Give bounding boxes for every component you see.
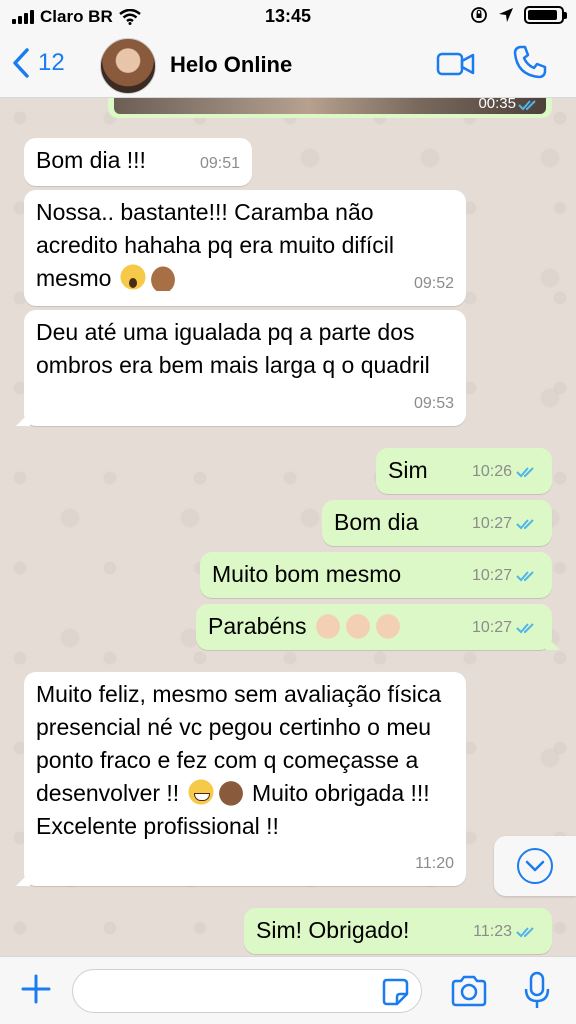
bubble-tail: [16, 412, 30, 426]
location-icon: [499, 8, 513, 22]
message-input[interactable]: [72, 969, 422, 1013]
read-ticks-icon: [516, 518, 534, 529]
message-time: 10:26: [471, 463, 512, 480]
avatar[interactable]: [100, 38, 156, 94]
chat-area[interactable]: 00:35 Bom dia !!! 09:51 Nossa.. bastante…: [0, 98, 576, 956]
message-time: 09:51: [199, 155, 240, 172]
battery-icon: [524, 6, 567, 24]
video-duration: 00:35: [478, 98, 516, 112]
read-ticks-icon: [518, 100, 536, 111]
message-bubble-outgoing[interactable]: Bom dia 10:27: [322, 500, 552, 546]
video-call-icon[interactable]: [436, 50, 476, 78]
message-bubble-incoming[interactable]: Deu até uma igualada pq a parte dos ombr…: [16, 310, 466, 426]
clapping-hands-icon: [342, 611, 373, 639]
composer-bar: [0, 956, 576, 1024]
bubble-tail: [546, 636, 560, 650]
rotation-lock-icon: [471, 7, 487, 23]
message-bubble-outgoing[interactable]: Sim 10:26: [376, 448, 552, 494]
message-bubble-incoming[interactable]: Nossa.. bastante!!! Caramba não acredito…: [24, 190, 466, 306]
microphone-icon[interactable]: [522, 971, 552, 1011]
message-text: Nossa.. bastante!!! Caramba não acredito…: [36, 199, 394, 291]
message-text: Parabéns: [208, 613, 307, 639]
message-time: 10:27: [471, 515, 512, 532]
message-time: 11:20: [415, 855, 454, 872]
clapping-hands-icon: [215, 778, 246, 806]
bubble-tail: [16, 872, 30, 886]
message-bubble-outgoing[interactable]: Muito bom mesmo 10:27: [200, 552, 552, 598]
message-time: 09:52: [413, 275, 454, 292]
read-ticks-icon: [516, 466, 534, 477]
video-message[interactable]: 00:35: [108, 98, 552, 118]
message-bubble-incoming[interactable]: Bom dia !!! 09:51: [24, 138, 252, 186]
contact-name[interactable]: Helo Online: [170, 52, 292, 78]
message-time: 11:23: [473, 923, 512, 940]
video-thumbnail[interactable]: 00:35: [114, 98, 546, 114]
unread-count: 12: [38, 49, 65, 76]
back-button[interactable]: 12: [12, 48, 65, 78]
raising-hands-icon: [147, 263, 178, 291]
grinning-face-icon: [185, 778, 216, 806]
message-time: 10:27: [471, 619, 512, 636]
read-ticks-icon: [516, 622, 534, 633]
clapping-hands-icon: [312, 611, 343, 639]
plus-icon[interactable]: [18, 971, 54, 1007]
clapping-hands-icon: [372, 611, 403, 639]
scroll-to-bottom-button[interactable]: [494, 836, 576, 896]
read-ticks-icon: [516, 926, 534, 937]
message-bubble-outgoing[interactable]: Sim! Obrigado! 11:23: [244, 908, 552, 954]
sticker-icon[interactable]: [380, 977, 410, 1007]
message-text: Deu até uma igualada pq a parte dos ombr…: [36, 319, 430, 378]
message-bubble-outgoing[interactable]: Parabéns 10:27: [196, 604, 560, 650]
message-time: 10:27: [471, 567, 512, 584]
camera-icon[interactable]: [450, 975, 488, 1007]
message-time: 09:53: [413, 395, 454, 412]
status-right: [470, 6, 567, 24]
status-bar: Claro BR 13:45: [0, 0, 576, 34]
chevron-left-icon: [13, 48, 29, 78]
message-bubble-incoming[interactable]: Muito feliz, mesmo sem avaliação física …: [16, 672, 466, 886]
chevron-down-icon: [517, 848, 553, 884]
chat-header: 12 Helo Online: [0, 34, 576, 98]
phone-call-icon[interactable]: [512, 44, 548, 80]
read-ticks-icon: [516, 570, 534, 581]
face-screaming-icon: [117, 263, 148, 291]
